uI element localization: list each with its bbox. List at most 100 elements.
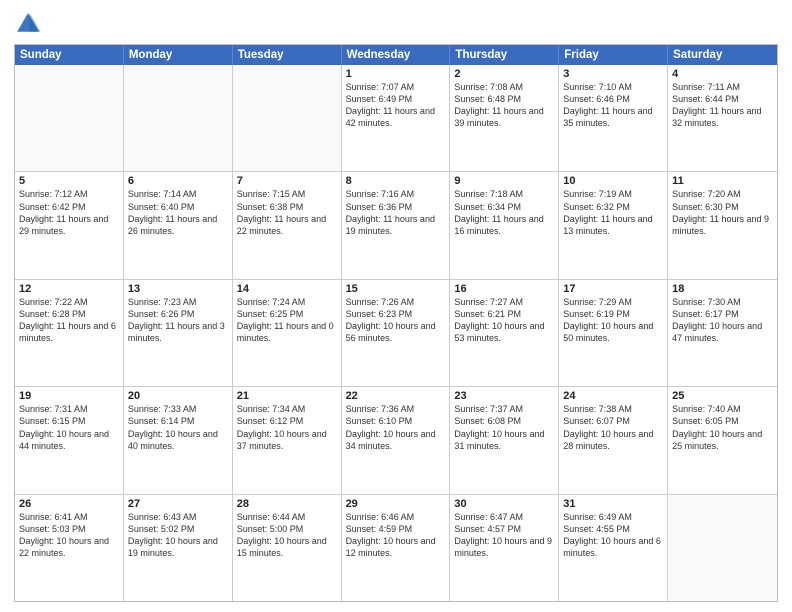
calendar-cell: 17Sunrise: 7:29 AMSunset: 6:19 PMDayligh… xyxy=(559,280,668,386)
calendar-week-1: 1Sunrise: 7:07 AMSunset: 6:49 PMDaylight… xyxy=(15,65,777,171)
cell-content: Sunrise: 7:11 AMSunset: 6:44 PMDaylight:… xyxy=(672,81,773,130)
cell-content: Sunrise: 7:19 AMSunset: 6:32 PMDaylight:… xyxy=(563,188,663,237)
day-number: 20 xyxy=(128,390,228,402)
calendar-cell: 14Sunrise: 7:24 AMSunset: 6:25 PMDayligh… xyxy=(233,280,342,386)
calendar: SundayMondayTuesdayWednesdayThursdayFrid… xyxy=(14,44,778,602)
cell-content: Sunrise: 7:37 AMSunset: 6:08 PMDaylight:… xyxy=(454,403,554,452)
calendar-cell: 15Sunrise: 7:26 AMSunset: 6:23 PMDayligh… xyxy=(342,280,451,386)
cell-content: Sunrise: 7:34 AMSunset: 6:12 PMDaylight:… xyxy=(237,403,337,452)
cell-content: Sunrise: 7:27 AMSunset: 6:21 PMDaylight:… xyxy=(454,296,554,345)
day-number: 4 xyxy=(672,68,773,80)
cell-content: Sunrise: 7:14 AMSunset: 6:40 PMDaylight:… xyxy=(128,188,228,237)
cell-content: Sunrise: 7:40 AMSunset: 6:05 PMDaylight:… xyxy=(672,403,773,452)
calendar-cell: 7Sunrise: 7:15 AMSunset: 6:38 PMDaylight… xyxy=(233,172,342,278)
calendar-cell xyxy=(15,65,124,171)
day-number: 6 xyxy=(128,175,228,187)
calendar-cell: 16Sunrise: 7:27 AMSunset: 6:21 PMDayligh… xyxy=(450,280,559,386)
calendar-cell: 12Sunrise: 7:22 AMSunset: 6:28 PMDayligh… xyxy=(15,280,124,386)
day-number: 26 xyxy=(19,498,119,510)
day-number: 2 xyxy=(454,68,554,80)
calendar-cell: 27Sunrise: 6:43 AMSunset: 5:02 PMDayligh… xyxy=(124,495,233,601)
day-number: 10 xyxy=(563,175,663,187)
cell-content: Sunrise: 7:30 AMSunset: 6:17 PMDaylight:… xyxy=(672,296,773,345)
cell-content: Sunrise: 7:12 AMSunset: 6:42 PMDaylight:… xyxy=(19,188,119,237)
calendar-cell: 1Sunrise: 7:07 AMSunset: 6:49 PMDaylight… xyxy=(342,65,451,171)
page-header xyxy=(14,10,778,38)
day-number: 17 xyxy=(563,283,663,295)
header-cell-friday: Friday xyxy=(559,45,668,65)
day-number: 13 xyxy=(128,283,228,295)
calendar-header: SundayMondayTuesdayWednesdayThursdayFrid… xyxy=(15,45,777,65)
calendar-cell: 22Sunrise: 7:36 AMSunset: 6:10 PMDayligh… xyxy=(342,387,451,493)
calendar-week-5: 26Sunrise: 6:41 AMSunset: 5:03 PMDayligh… xyxy=(15,494,777,601)
header-cell-tuesday: Tuesday xyxy=(233,45,342,65)
header-cell-saturday: Saturday xyxy=(668,45,777,65)
cell-content: Sunrise: 7:31 AMSunset: 6:15 PMDaylight:… xyxy=(19,403,119,452)
day-number: 14 xyxy=(237,283,337,295)
day-number: 29 xyxy=(346,498,446,510)
cell-content: Sunrise: 7:18 AMSunset: 6:34 PMDaylight:… xyxy=(454,188,554,237)
cell-content: Sunrise: 7:29 AMSunset: 6:19 PMDaylight:… xyxy=(563,296,663,345)
day-number: 25 xyxy=(672,390,773,402)
header-cell-monday: Monday xyxy=(124,45,233,65)
calendar-cell xyxy=(233,65,342,171)
header-cell-thursday: Thursday xyxy=(450,45,559,65)
calendar-body: 1Sunrise: 7:07 AMSunset: 6:49 PMDaylight… xyxy=(15,65,777,601)
day-number: 28 xyxy=(237,498,337,510)
calendar-cell: 13Sunrise: 7:23 AMSunset: 6:26 PMDayligh… xyxy=(124,280,233,386)
calendar-cell: 28Sunrise: 6:44 AMSunset: 5:00 PMDayligh… xyxy=(233,495,342,601)
calendar-cell: 2Sunrise: 7:08 AMSunset: 6:48 PMDaylight… xyxy=(450,65,559,171)
day-number: 21 xyxy=(237,390,337,402)
calendar-cell: 21Sunrise: 7:34 AMSunset: 6:12 PMDayligh… xyxy=(233,387,342,493)
calendar-cell: 25Sunrise: 7:40 AMSunset: 6:05 PMDayligh… xyxy=(668,387,777,493)
cell-content: Sunrise: 7:10 AMSunset: 6:46 PMDaylight:… xyxy=(563,81,663,130)
calendar-cell: 30Sunrise: 6:47 AMSunset: 4:57 PMDayligh… xyxy=(450,495,559,601)
calendar-cell: 26Sunrise: 6:41 AMSunset: 5:03 PMDayligh… xyxy=(15,495,124,601)
cell-content: Sunrise: 7:36 AMSunset: 6:10 PMDaylight:… xyxy=(346,403,446,452)
day-number: 22 xyxy=(346,390,446,402)
calendar-cell: 31Sunrise: 6:49 AMSunset: 4:55 PMDayligh… xyxy=(559,495,668,601)
calendar-cell: 9Sunrise: 7:18 AMSunset: 6:34 PMDaylight… xyxy=(450,172,559,278)
cell-content: Sunrise: 7:23 AMSunset: 6:26 PMDaylight:… xyxy=(128,296,228,345)
cell-content: Sunrise: 6:41 AMSunset: 5:03 PMDaylight:… xyxy=(19,511,119,560)
calendar-cell: 18Sunrise: 7:30 AMSunset: 6:17 PMDayligh… xyxy=(668,280,777,386)
calendar-cell: 29Sunrise: 6:46 AMSunset: 4:59 PMDayligh… xyxy=(342,495,451,601)
calendar-cell: 8Sunrise: 7:16 AMSunset: 6:36 PMDaylight… xyxy=(342,172,451,278)
header-cell-wednesday: Wednesday xyxy=(342,45,451,65)
calendar-week-4: 19Sunrise: 7:31 AMSunset: 6:15 PMDayligh… xyxy=(15,386,777,493)
day-number: 9 xyxy=(454,175,554,187)
calendar-cell xyxy=(668,495,777,601)
calendar-cell: 20Sunrise: 7:33 AMSunset: 6:14 PMDayligh… xyxy=(124,387,233,493)
cell-content: Sunrise: 6:43 AMSunset: 5:02 PMDaylight:… xyxy=(128,511,228,560)
calendar-cell: 6Sunrise: 7:14 AMSunset: 6:40 PMDaylight… xyxy=(124,172,233,278)
calendar-week-3: 12Sunrise: 7:22 AMSunset: 6:28 PMDayligh… xyxy=(15,279,777,386)
cell-content: Sunrise: 7:33 AMSunset: 6:14 PMDaylight:… xyxy=(128,403,228,452)
calendar-cell xyxy=(124,65,233,171)
day-number: 15 xyxy=(346,283,446,295)
calendar-cell: 3Sunrise: 7:10 AMSunset: 6:46 PMDaylight… xyxy=(559,65,668,171)
cell-content: Sunrise: 7:38 AMSunset: 6:07 PMDaylight:… xyxy=(563,403,663,452)
calendar-cell: 19Sunrise: 7:31 AMSunset: 6:15 PMDayligh… xyxy=(15,387,124,493)
calendar-cell: 4Sunrise: 7:11 AMSunset: 6:44 PMDaylight… xyxy=(668,65,777,171)
logo xyxy=(14,10,44,38)
cell-content: Sunrise: 7:22 AMSunset: 6:28 PMDaylight:… xyxy=(19,296,119,345)
calendar-cell: 11Sunrise: 7:20 AMSunset: 6:30 PMDayligh… xyxy=(668,172,777,278)
day-number: 30 xyxy=(454,498,554,510)
cell-content: Sunrise: 7:20 AMSunset: 6:30 PMDaylight:… xyxy=(672,188,773,237)
day-number: 31 xyxy=(563,498,663,510)
day-number: 23 xyxy=(454,390,554,402)
cell-content: Sunrise: 6:46 AMSunset: 4:59 PMDaylight:… xyxy=(346,511,446,560)
cell-content: Sunrise: 6:47 AMSunset: 4:57 PMDaylight:… xyxy=(454,511,554,560)
cell-content: Sunrise: 7:15 AMSunset: 6:38 PMDaylight:… xyxy=(237,188,337,237)
calendar-week-2: 5Sunrise: 7:12 AMSunset: 6:42 PMDaylight… xyxy=(15,171,777,278)
day-number: 24 xyxy=(563,390,663,402)
cell-content: Sunrise: 7:07 AMSunset: 6:49 PMDaylight:… xyxy=(346,81,446,130)
cell-content: Sunrise: 7:24 AMSunset: 6:25 PMDaylight:… xyxy=(237,296,337,345)
day-number: 27 xyxy=(128,498,228,510)
day-number: 7 xyxy=(237,175,337,187)
day-number: 16 xyxy=(454,283,554,295)
day-number: 12 xyxy=(19,283,119,295)
day-number: 1 xyxy=(346,68,446,80)
cell-content: Sunrise: 6:49 AMSunset: 4:55 PMDaylight:… xyxy=(563,511,663,560)
cell-content: Sunrise: 7:08 AMSunset: 6:48 PMDaylight:… xyxy=(454,81,554,130)
